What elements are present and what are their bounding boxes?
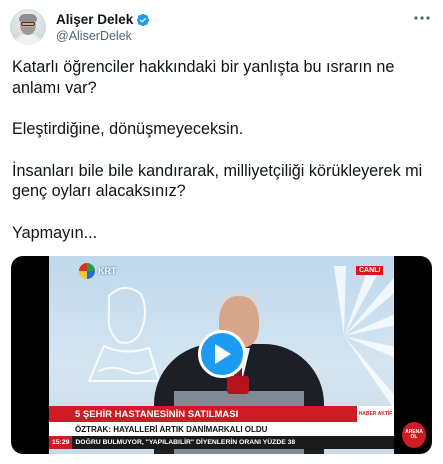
tweet-card: Alişer Delek @AliserDelek Katarlı öğrenc… [0,0,443,464]
portrait-sketch [87,287,161,382]
author-names: Alişer Delek @AliserDelek [56,11,150,43]
more-options-icon[interactable] [413,9,431,27]
tweet-paragraph: Eleştirdiğine, dönüşmeyeceksin. [12,120,244,138]
microphone [227,376,249,394]
corner-badge: ARENA OL [402,422,426,448]
avatar[interactable] [10,9,46,45]
user-handle[interactable]: @AliserDelek [56,29,150,43]
tweet-paragraph: Katarlı öğrenciler hakkındaki bir yanlış… [12,58,395,97]
live-badge: CANLI [356,266,384,275]
ticker-text: DOĞRU BULMUYOR, "YAPILABILİR" DİYENLERİN… [75,439,296,446]
play-icon [215,344,231,364]
display-name[interactable]: Alişer Delek [56,12,133,27]
tweet-header: Alişer Delek @AliserDelek [10,9,150,45]
program-tag: HABER AKTİF [357,406,394,422]
news-subheadline: ÖZTRAK: HAYALLERİ ARTIK DANİMARKALI OLDU [49,422,394,436]
tweet-paragraph: Yapmayın... [12,223,98,242]
tweet-paragraph: İnsanları bile bile kandırarak, milliyet… [12,161,423,201]
play-button[interactable] [198,330,246,378]
verified-badge-icon [137,13,150,26]
news-ticker: 15:29 DOĞRU BULMUYOR, "YAPILABILİR" DİYE… [49,436,394,449]
video-player[interactable]: KRT CANLI 5 ŞEHİR HASTANESİNİN SATILMASI… [11,256,432,454]
news-headline: 5 ŞEHİR HASTANESİNİN SATILMASI [49,406,357,422]
channel-logo-icon [79,263,95,279]
tweet-text: Katarlı öğrenciler hakkındaki bir yanlış… [12,57,432,264]
channel-logo: KRT [79,263,117,279]
ticker-time: 15:29 [49,436,73,449]
